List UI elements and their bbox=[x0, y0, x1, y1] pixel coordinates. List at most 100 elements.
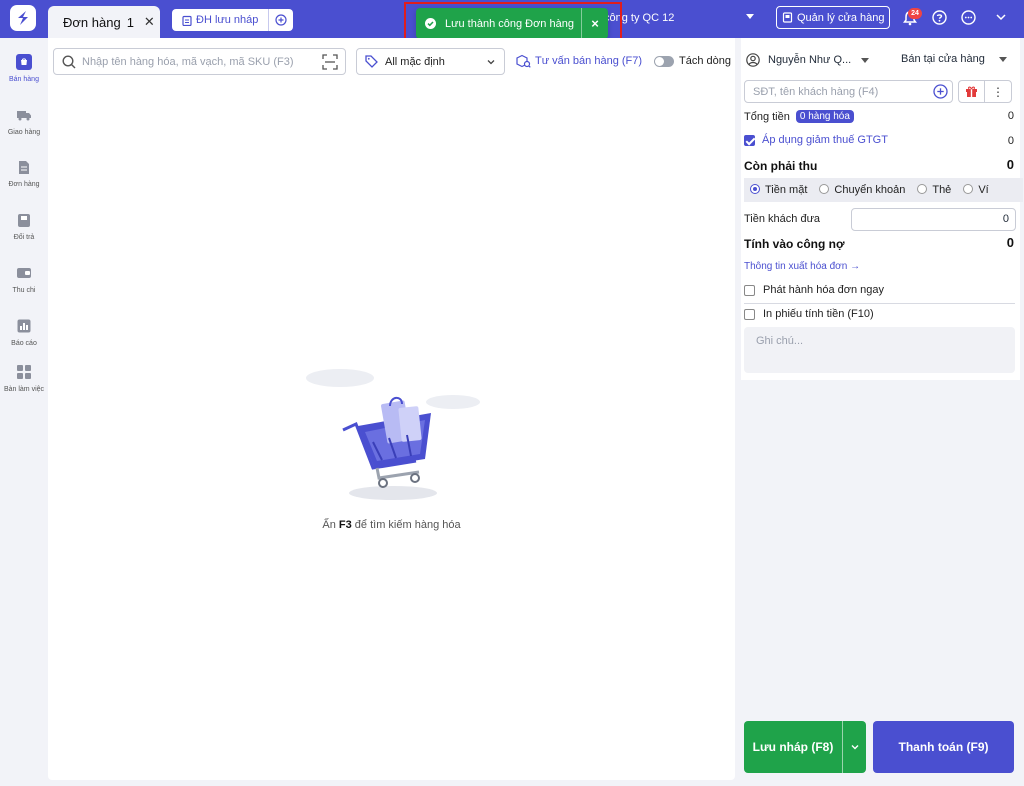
user-circle-icon bbox=[746, 53, 760, 67]
grid-icon bbox=[16, 364, 32, 380]
split-lines-toggle[interactable]: Tách dòng bbox=[654, 55, 731, 67]
tab-close-icon[interactable]: ✕ bbox=[144, 14, 155, 30]
tag-icon bbox=[365, 55, 378, 68]
toggle-switch[interactable] bbox=[654, 55, 674, 67]
seller-select[interactable]: Nguyễn Như Q... bbox=[746, 53, 870, 67]
amount-due-label: Còn phải thu bbox=[744, 159, 818, 173]
nav-label-sales: Bán hàng bbox=[9, 76, 39, 83]
sales-consult-label: Tư vấn bán hàng (F7) bbox=[535, 55, 643, 67]
nav-item-orders[interactable]: Đơn hàng bbox=[0, 159, 48, 188]
caret-down-icon bbox=[998, 56, 1007, 62]
divider bbox=[744, 303, 1015, 304]
chart-icon bbox=[16, 318, 32, 334]
left-nav: Bán hàng Giao hàng Đơn hàng Đổi trả Thu … bbox=[0, 38, 48, 786]
print-receipt-checkbox[interactable] bbox=[744, 308, 755, 320]
gift-icon bbox=[966, 86, 977, 97]
gift-button[interactable] bbox=[959, 81, 986, 102]
box-search-icon bbox=[516, 54, 531, 68]
save-draft-dropdown[interactable] bbox=[843, 742, 866, 752]
search-placeholder: Nhập tên hàng hóa, mã vạch, mã SKU (F3) bbox=[82, 55, 294, 68]
nav-label-reports: Báo cáo bbox=[11, 340, 37, 347]
truck-icon bbox=[16, 107, 32, 123]
tab-order[interactable]: Đơn hàng 1 ✕ bbox=[48, 6, 160, 38]
caret-down-icon bbox=[861, 57, 870, 63]
sales-channel-select[interactable]: Bán tại cửa hàng bbox=[901, 53, 1007, 65]
save-draft-label: Lưu nháp (F8) bbox=[752, 740, 834, 754]
total-value: 0 bbox=[1007, 110, 1014, 122]
sales-channel-value: Bán tại cửa hàng bbox=[901, 53, 985, 65]
radio[interactable] bbox=[917, 184, 928, 194]
radio[interactable] bbox=[963, 184, 974, 194]
issue-invoice-checkbox[interactable] bbox=[744, 284, 755, 296]
company-caret-icon[interactable] bbox=[746, 14, 754, 19]
nav-label-returns: Đổi trả bbox=[13, 234, 35, 241]
customer-paid-input[interactable]: 0 bbox=[851, 208, 1016, 231]
customer-paid-label: Tiền khách đưa bbox=[744, 213, 821, 225]
note-placeholder: Ghi chú... bbox=[756, 335, 804, 347]
save-draft-button[interactable]: Lưu nháp (F8) bbox=[744, 721, 866, 773]
app-logo[interactable] bbox=[10, 5, 36, 31]
help-icon[interactable] bbox=[932, 10, 947, 25]
radio[interactable] bbox=[819, 184, 830, 194]
chevron-down-icon[interactable] bbox=[995, 11, 1007, 23]
nav-item-delivery[interactable]: Giao hàng bbox=[0, 107, 48, 136]
vat-discount-row[interactable]: Áp dụng giảm thuế GTGT bbox=[744, 134, 888, 146]
customer-search-input[interactable]: SĐT, tên khách hàng (F4) bbox=[744, 80, 953, 103]
logo-icon bbox=[18, 11, 28, 25]
pay-method-transfer-label: Chuyển khoản bbox=[834, 184, 906, 196]
nav-item-reports[interactable]: Báo cáo bbox=[0, 318, 48, 347]
clipboard-icon bbox=[182, 15, 192, 26]
store-icon bbox=[782, 12, 793, 23]
store-manage-label: Quản lý cửa hàng bbox=[797, 11, 885, 24]
debt-value: 0 bbox=[1006, 235, 1014, 250]
nav-item-cashflow[interactable]: Thu chi bbox=[0, 265, 48, 294]
total-row: Tổng tiền 0 hàng hóa bbox=[744, 110, 854, 123]
print-receipt-row[interactable]: In phiếu tính tiền (F10) bbox=[744, 308, 874, 320]
note-textarea[interactable]: Ghi chú... bbox=[744, 327, 1015, 373]
pay-method-card[interactable]: Thẻ bbox=[917, 184, 951, 196]
vat-discount-value: 0 bbox=[1007, 135, 1014, 147]
barcode-scan-icon[interactable] bbox=[322, 53, 338, 70]
pay-method-card-label: Thẻ bbox=[932, 184, 952, 196]
invoice-info-link[interactable]: Thông tin xuất hóa đơn → bbox=[744, 261, 860, 272]
customer-more-button[interactable]: ⋮ bbox=[985, 81, 1011, 102]
price-list-select[interactable]: All mặc định bbox=[356, 48, 505, 75]
draft-orders-button[interactable]: ĐH lưu nháp bbox=[172, 9, 270, 31]
tab-order-number: 1 bbox=[126, 14, 134, 30]
cart-icon bbox=[16, 54, 32, 70]
product-search-input[interactable]: Nhập tên hàng hóa, mã vạch, mã SKU (F3) bbox=[53, 48, 346, 75]
add-customer-icon[interactable] bbox=[933, 84, 948, 99]
pay-method-transfer[interactable]: Chuyển khoản bbox=[819, 184, 905, 196]
empty-hint-suffix: để tìm kiếm hàng hóa bbox=[351, 519, 461, 531]
issue-invoice-row[interactable]: Phát hành hóa đơn ngay bbox=[744, 284, 884, 296]
nav-item-sales[interactable]: Bán hàng bbox=[0, 54, 48, 83]
pay-method-cash-label: Tiền mặt bbox=[765, 184, 808, 196]
pay-method-cash[interactable]: Tiền mặt bbox=[750, 184, 807, 196]
add-tab-button[interactable] bbox=[269, 9, 293, 31]
vat-discount-checkbox[interactable] bbox=[744, 134, 755, 146]
customer-actions: ⋮ bbox=[958, 80, 1012, 103]
radio-selected[interactable] bbox=[750, 184, 760, 194]
nav-label-orders: Đơn hàng bbox=[8, 181, 40, 188]
sales-consult-link[interactable]: Tư vấn bán hàng (F7) bbox=[516, 54, 642, 68]
debt-label: Tính vào công nợ bbox=[744, 237, 845, 251]
draft-group: ĐH lưu nháp bbox=[172, 9, 294, 31]
nav-label-cashflow: Thu chi bbox=[12, 287, 36, 294]
amount-due-value: 0 bbox=[1006, 157, 1014, 172]
nav-label-workspace: Bàn làm việc bbox=[3, 386, 45, 393]
nav-item-workspace[interactable]: Bàn làm việc bbox=[0, 364, 48, 393]
tab-order-label: Đơn hàng bbox=[63, 14, 121, 30]
pay-method-wallet[interactable]: Ví bbox=[963, 184, 989, 196]
issue-invoice-label: Phát hành hóa đơn ngay bbox=[763, 284, 884, 296]
store-manage-button[interactable]: Quản lý cửa hàng bbox=[776, 6, 891, 29]
product-panel: Nhập tên hàng hóa, mã vạch, mã SKU (F3) … bbox=[48, 38, 738, 786]
customer-placeholder: SĐT, tên khách hàng (F4) bbox=[753, 85, 879, 98]
pay-method-wallet-label: Ví bbox=[978, 184, 989, 196]
nav-item-returns[interactable]: Đổi trả bbox=[0, 212, 48, 241]
document-icon bbox=[16, 159, 32, 175]
plus-circle-icon bbox=[275, 14, 288, 26]
checkout-button[interactable]: Thanh toán (F9) bbox=[873, 721, 1014, 773]
more-options-icon[interactable] bbox=[961, 10, 976, 25]
order-card: Nguyễn Như Q... Bán tại cửa hàng SĐT, tê… bbox=[741, 38, 1023, 380]
search-icon bbox=[62, 54, 76, 68]
